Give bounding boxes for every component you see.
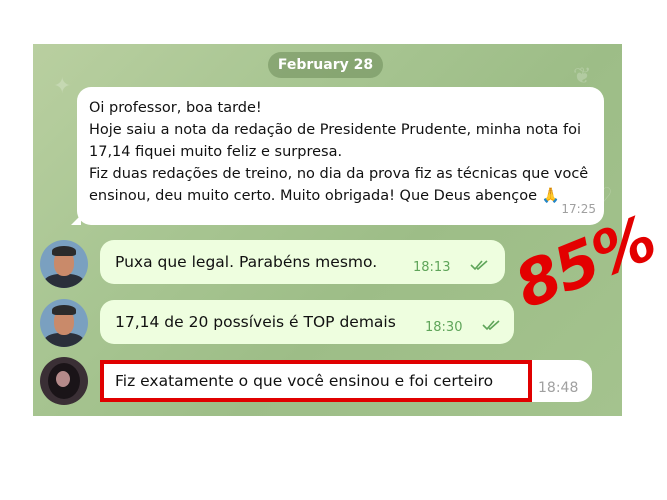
message-line: 17,14 fiquei muito feliz e surpresa. [89, 144, 343, 160]
double-check-icon [482, 320, 500, 331]
message-line: ensinou, deu muito certo. Muito obrigada… [89, 188, 560, 204]
reply-bubble[interactable]: 17,14 de 20 possíveis é TOP demais 18:30 [100, 300, 514, 344]
avatar-shirt [44, 274, 84, 288]
incoming-message-bubble[interactable]: Oi professor, boa tarde! Hoje saiu a not… [71, 87, 604, 225]
bubble-tail [71, 215, 81, 225]
date-separator: February 28 [268, 52, 383, 78]
double-check-icon [470, 260, 488, 271]
doodle-leaf-icon: ❦ [573, 64, 592, 89]
highlight-box [100, 360, 532, 402]
message-line: Oi professor, boa tarde! [89, 100, 262, 116]
reply-bubble[interactable]: Puxa que legal. Parabéns mesmo. 18:13 [100, 240, 505, 284]
doodle-star-icon: ✦ [53, 74, 72, 99]
message-time: 17:25 [561, 202, 596, 216]
reply-time: 18:30 [425, 320, 463, 335]
avatar-obscured[interactable] [40, 357, 88, 405]
avatar[interactable] [40, 240, 88, 288]
reply-text: 17,14 de 20 possíveis é TOP demais [115, 313, 396, 331]
message-line: Hoje saiu a nota da redação de President… [89, 122, 581, 138]
reply-time: 18:13 [413, 260, 451, 275]
avatar-hair [52, 305, 76, 315]
avatar-hair [52, 246, 76, 256]
reply-text: Puxa que legal. Parabéns mesmo. [115, 253, 378, 271]
avatar[interactable] [40, 299, 88, 347]
message-line: Fiz duas redações de treino, no dia da p… [89, 166, 589, 182]
avatar-face [56, 371, 70, 387]
avatar-shirt [44, 333, 84, 347]
reply-time: 18:48 [538, 380, 579, 396]
